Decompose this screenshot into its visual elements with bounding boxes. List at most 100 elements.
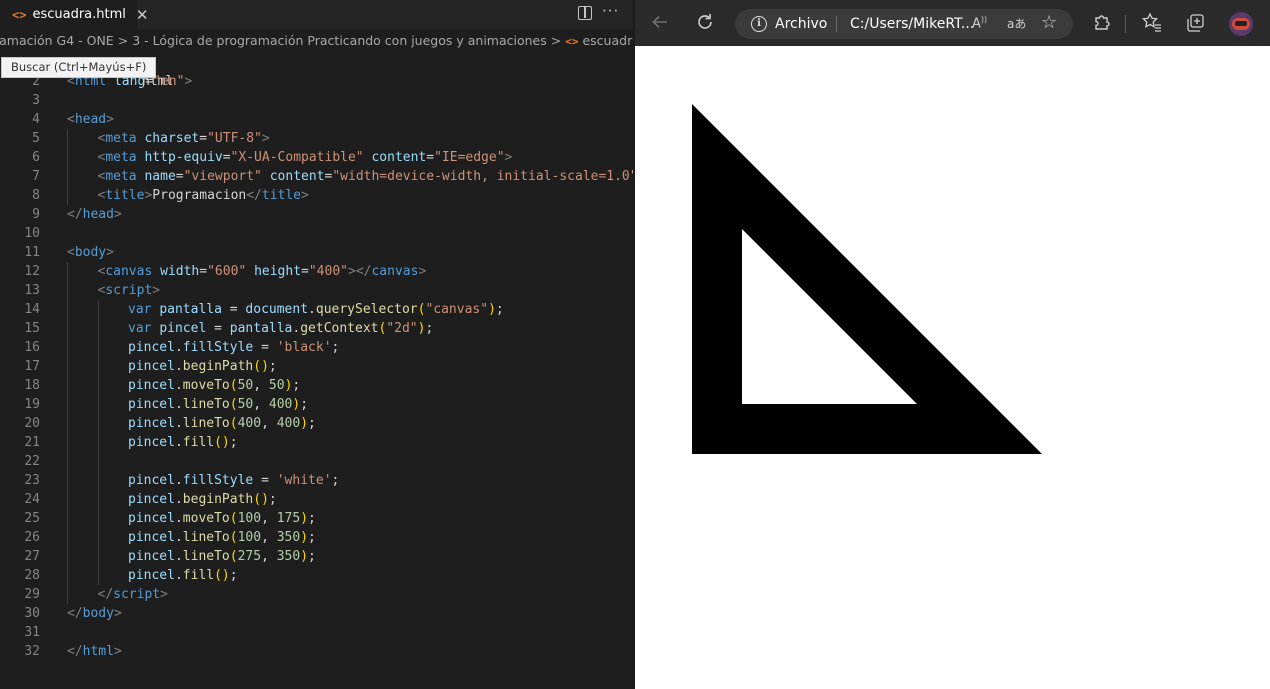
code-token: . (308, 302, 316, 317)
line-number: 27 (24, 549, 40, 564)
code-editor[interactable]: <> escuadra.html ✕ ··· ramación G4 - ONE… (0, 0, 633, 689)
line-number: 25 (24, 511, 40, 526)
breadcrumb-item-file[interactable]: escuadra.html (582, 33, 633, 48)
more-actions-icon[interactable]: ··· (602, 2, 619, 20)
code-token: pincel (128, 340, 175, 355)
code-token: 100 (237, 530, 262, 545)
read-aloud-icon[interactable]: A)) (972, 15, 987, 31)
line-number: 14 (24, 302, 40, 317)
code-token: ( (229, 397, 238, 412)
code-token: beginPath (182, 492, 254, 507)
code-token: "400" (308, 264, 348, 279)
chevron-right-icon: > (550, 33, 562, 48)
line-number: 7 (32, 169, 40, 184)
code-token: ) (300, 530, 309, 545)
line-number: 11 (24, 245, 40, 260)
code-token: var (128, 321, 152, 336)
code-token: = (253, 473, 277, 488)
code-token: . (174, 511, 183, 526)
indent-guide (67, 262, 68, 604)
code-token: . (174, 473, 183, 488)
line-number: 23 (24, 473, 40, 488)
code-token: > (504, 150, 513, 165)
profile-avatar[interactable] (1229, 12, 1253, 36)
code-token: script (105, 283, 153, 298)
code-token: 400 (237, 416, 262, 431)
code-token: ( (229, 416, 238, 431)
close-icon[interactable]: ✕ (136, 6, 149, 24)
code-token: pincel (128, 511, 175, 526)
code-token: </ (97, 587, 114, 602)
breadcrumb-item-subfolder[interactable]: 3 - Lógica de programación Practicando c… (132, 33, 547, 48)
line-number: 6 (32, 150, 40, 165)
code-token: "2d" (386, 321, 418, 336)
collections-icon[interactable] (1184, 12, 1206, 39)
translate-icon[interactable]: aあ (1007, 15, 1026, 32)
code-token: , (261, 416, 277, 431)
code-token: pantalla (229, 321, 293, 336)
address-url[interactable]: C:/Users/MikeRT... (850, 16, 974, 32)
code-token: meta (105, 169, 137, 184)
refresh-icon[interactable] (695, 12, 715, 37)
code-token: ; (308, 416, 316, 431)
code-token: fillStyle (182, 340, 254, 355)
code-token: pincel (128, 397, 175, 412)
code-text: <meta name="viewport" content="width=dev… (98, 167, 634, 186)
code-token: . (174, 568, 183, 583)
code-token: pincel (128, 473, 175, 488)
code-token: , (261, 549, 277, 564)
favorite-add-icon[interactable]: ☆ (1041, 12, 1057, 33)
tab-label: escuadra.html (32, 7, 126, 22)
line-number: 10 (24, 226, 40, 241)
code-token: ; (229, 435, 238, 450)
code-token: pincel (128, 492, 175, 507)
code-token: fillStyle (182, 473, 254, 488)
code-token: pincel (128, 416, 175, 431)
code-token: 'black' (276, 340, 332, 355)
code-token: head (74, 112, 107, 127)
code-token: ( (229, 549, 238, 564)
code-token: lineTo (182, 530, 230, 545)
code-token: = (206, 321, 230, 336)
tab-escuadra-html[interactable]: <> escuadra.html ✕ (0, 0, 148, 29)
split-editor-icon[interactable] (578, 6, 592, 20)
code-token: fill (182, 435, 215, 450)
code-token: </ (246, 188, 262, 203)
extensions-icon[interactable] (1092, 12, 1112, 37)
code-token: width (160, 264, 200, 279)
code-token: beginPath (182, 359, 254, 374)
info-icon[interactable]: i (751, 16, 767, 32)
line-number: 13 (24, 283, 40, 298)
line-number: 32 (24, 644, 40, 659)
code-token: . (174, 378, 183, 393)
address-bar[interactable]: i Archivo C:/Users/MikeRT... A)) aあ ☆ (735, 9, 1073, 39)
browser-toolbar: i Archivo C:/Users/MikeRT... A)) aあ ☆ (633, 0, 1270, 46)
line-number: 19 (24, 397, 40, 412)
window-divider (633, 0, 635, 689)
code-token: . (174, 549, 183, 564)
code-token: ; (300, 397, 309, 412)
back-arrow-icon[interactable] (651, 13, 669, 36)
code-token: ; (292, 378, 301, 393)
code-token: > (301, 188, 309, 203)
code-token: () (253, 359, 269, 374)
code-token: http-equiv (144, 150, 223, 165)
code-token: ) (300, 549, 309, 564)
code-token: "viewport" (183, 169, 262, 184)
code-token: ; (495, 302, 504, 317)
code-token: pincel (128, 359, 175, 374)
favorites-icon[interactable] (1141, 11, 1163, 38)
search-tooltip: Buscar (Ctrl+Mayús+F) (1, 57, 157, 78)
breadcrumb-item-folder[interactable]: ramación G4 - ONE (0, 33, 114, 48)
code-token: title (105, 188, 145, 203)
code-token: = (199, 131, 208, 146)
code-token: > (418, 264, 427, 279)
code-token: "600" (207, 264, 247, 279)
code-token: "width=device-width, initial-scale=1.0" (332, 169, 633, 184)
code-token: . (174, 492, 183, 507)
code-token: , (261, 511, 277, 526)
code-token: ; (331, 340, 340, 355)
code-text: var pincel = pantalla.getContext("2d"); (128, 319, 433, 338)
line-number: 26 (24, 530, 40, 545)
